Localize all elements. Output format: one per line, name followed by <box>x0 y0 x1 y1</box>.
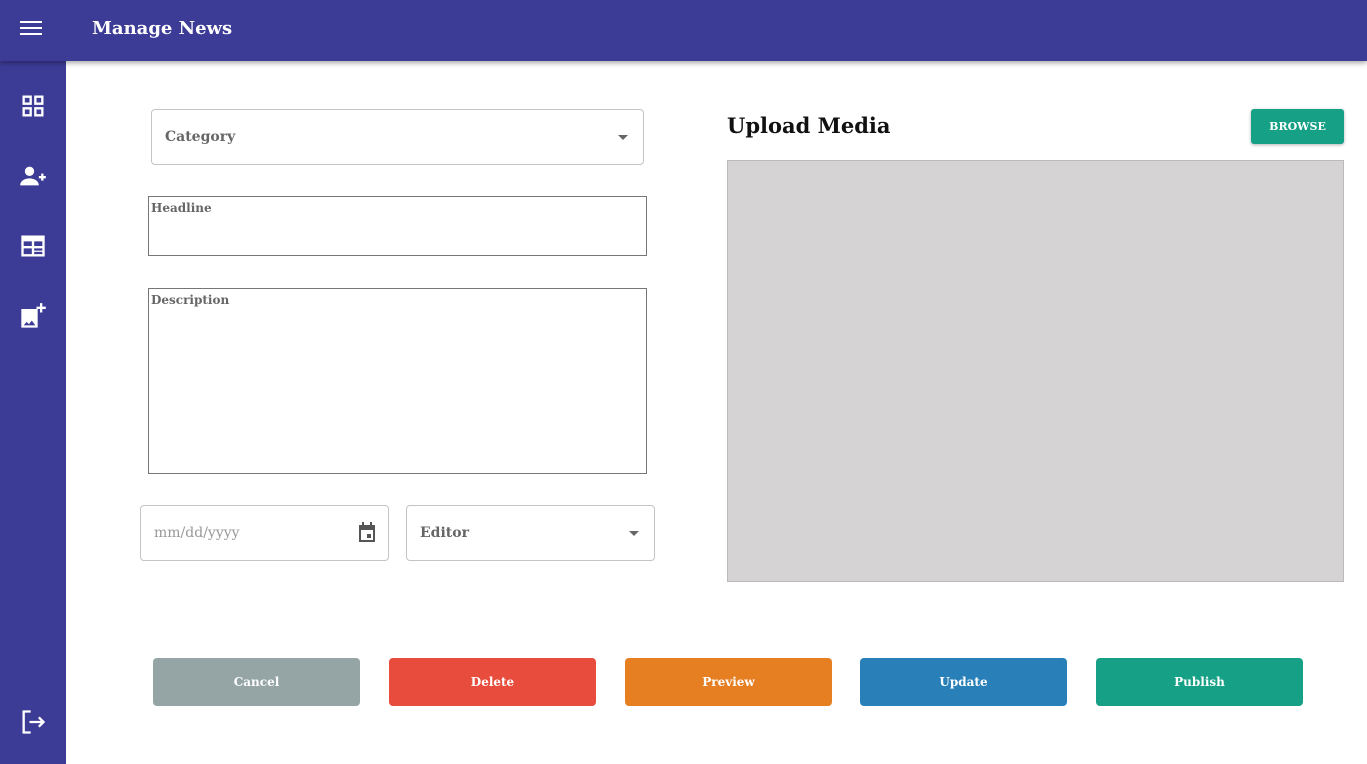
chevron-down-icon <box>629 531 639 536</box>
date-placeholder: mm/dd/yyyy <box>154 525 240 541</box>
sidebar <box>0 61 66 764</box>
calendar-icon[interactable] <box>357 522 377 544</box>
browse-button[interactable]: BROWSE <box>1251 109 1344 144</box>
headline-placeholder: Headline <box>151 201 212 215</box>
top-app-bar: Manage News <box>0 0 1367 61</box>
preview-button[interactable]: Preview <box>625 658 832 706</box>
upload-media-title: Upload Media <box>727 113 891 138</box>
editor-label: Editor <box>420 525 469 541</box>
update-button[interactable]: Update <box>860 658 1067 706</box>
dashboard-icon[interactable] <box>19 92 47 120</box>
chevron-down-icon <box>618 135 628 140</box>
category-label: Category <box>165 129 236 145</box>
cancel-button[interactable]: Cancel <box>153 658 360 706</box>
date-input[interactable]: mm/dd/yyyy <box>140 505 389 561</box>
news-icon[interactable] <box>19 232 47 260</box>
headline-input[interactable]: Headline <box>148 196 647 256</box>
page-title: Manage News <box>92 18 233 39</box>
publish-button[interactable]: Publish <box>1096 658 1303 706</box>
description-placeholder: Description <box>151 293 230 307</box>
description-input[interactable]: Description <box>148 288 647 474</box>
logout-icon[interactable] <box>19 708 47 736</box>
media-preview-area[interactable] <box>727 160 1344 582</box>
category-select[interactable]: Category <box>151 109 644 165</box>
add-photo-icon[interactable] <box>19 302 47 330</box>
delete-button[interactable]: Delete <box>389 658 596 706</box>
hamburger-icon[interactable] <box>20 21 42 39</box>
person-add-icon[interactable] <box>19 162 47 190</box>
editor-select[interactable]: Editor <box>406 505 655 561</box>
